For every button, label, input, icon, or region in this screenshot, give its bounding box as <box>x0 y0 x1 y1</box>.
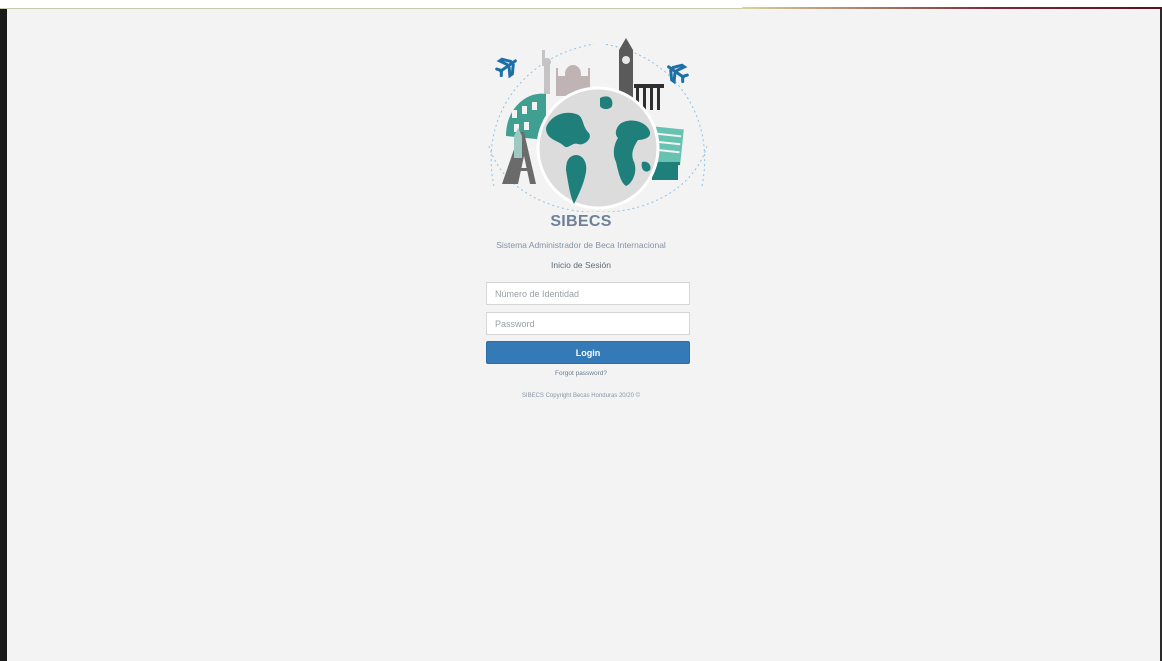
login-section-title: Inicio de Sesión <box>550 260 611 270</box>
statue-of-liberty-icon <box>542 50 551 94</box>
identity-number-input[interactable] <box>486 282 690 305</box>
app-title: SIBECS <box>550 213 612 230</box>
password-input[interactable] <box>486 312 690 335</box>
login-button[interactable]: Login <box>486 341 690 364</box>
logo-svg <box>488 38 708 213</box>
app-subtitle: Sistema Administrador de Beca Internacio… <box>496 240 666 250</box>
forgot-password-link[interactable]: Forgot password? <box>555 370 607 377</box>
greenland-shape <box>600 96 613 109</box>
globe-landmarks-logo <box>484 36 712 213</box>
forgot-password-row: Forgot password? <box>0 370 1162 377</box>
top-border-accent <box>742 7 1162 9</box>
globe-icon <box>536 86 660 210</box>
big-ben-icon <box>619 38 633 100</box>
airplane-left-icon <box>495 57 517 79</box>
top-border <box>0 0 1162 9</box>
airplane-right-icon <box>667 63 689 85</box>
copyright-text: SIBECS Copyright Becas Honduras 20/20 © <box>521 393 641 399</box>
